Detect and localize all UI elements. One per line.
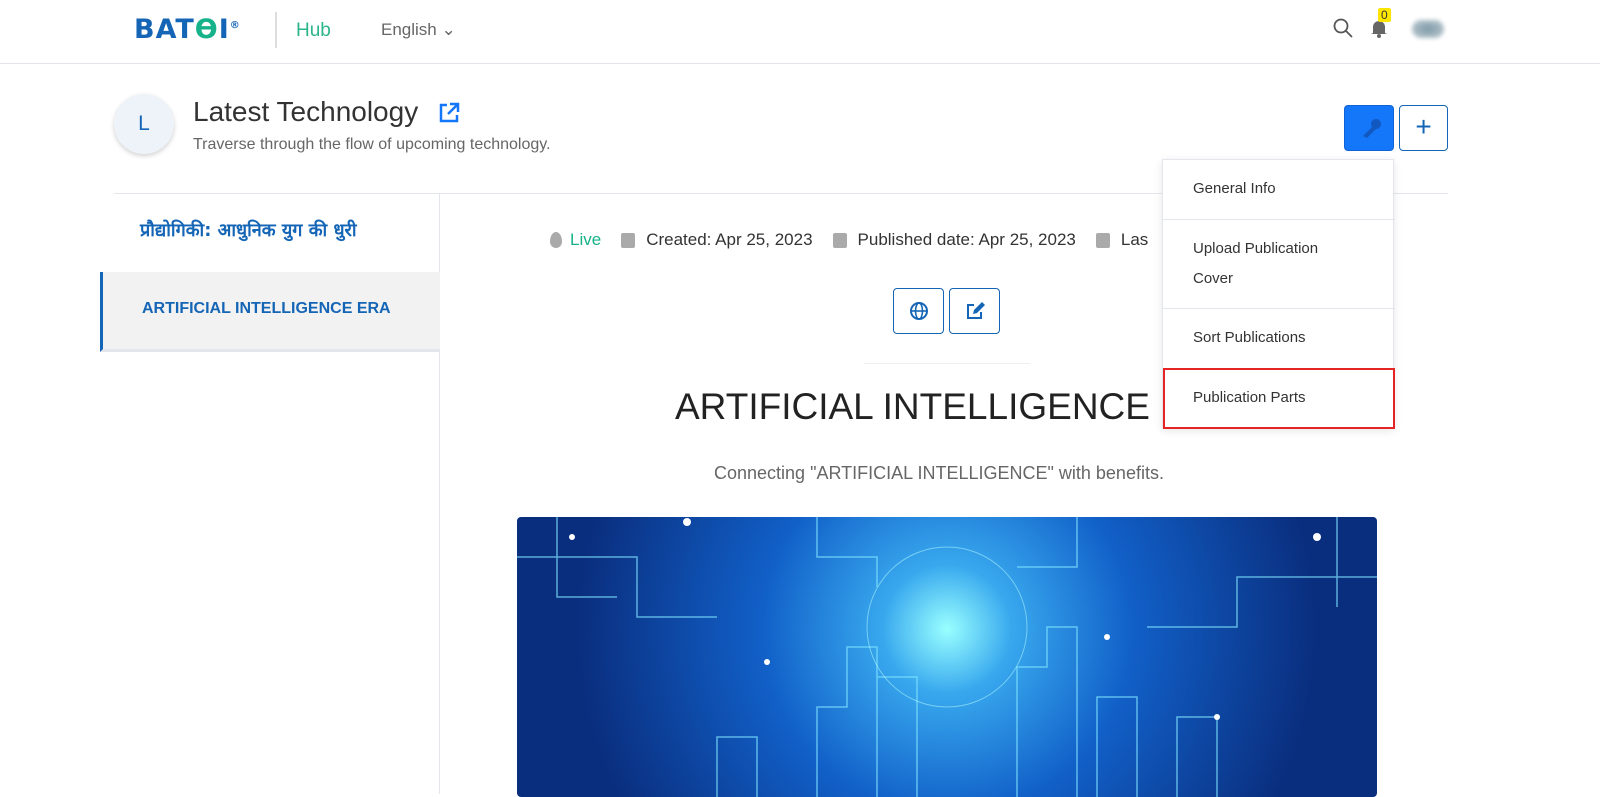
sidebar-heading[interactable]: प्रौद्योगिकी: आधुनिक युग की धुरी bbox=[140, 218, 357, 242]
edit-button[interactable] bbox=[949, 288, 1000, 334]
top-navbar: BATӨI® Hub English ⌄ 0 bbox=[0, 0, 1600, 64]
settings-dropdown-menu: General Info Upload Publication Cover So… bbox=[1162, 159, 1395, 429]
calendar-icon bbox=[621, 232, 636, 248]
wrench-icon bbox=[1363, 119, 1381, 138]
add-button[interactable]: + bbox=[1399, 105, 1448, 151]
menu-item-sort-publications[interactable]: Sort Publications bbox=[1163, 309, 1395, 369]
sidebar-item-ai-era[interactable]: ARTIFICIAL INTELLIGENCE ERA bbox=[100, 272, 440, 352]
hub-link[interactable]: Hub bbox=[296, 20, 331, 42]
batoi-logo[interactable]: BATӨI® bbox=[134, 14, 241, 45]
published-date: Published date: Apr 25, 2023 bbox=[857, 230, 1076, 249]
menu-item-upload-cover[interactable]: Upload Publication Cover bbox=[1163, 220, 1395, 309]
edit-icon bbox=[966, 302, 985, 319]
divider bbox=[864, 363, 1030, 364]
view-online-button[interactable] bbox=[893, 288, 944, 334]
external-link-icon[interactable] bbox=[438, 102, 460, 124]
user-avatar[interactable] bbox=[1412, 20, 1444, 38]
circuit-city-illustration bbox=[517, 517, 1377, 797]
article-cover-image bbox=[517, 517, 1377, 797]
article-title: ARTIFICIAL INTELLIGENCE ERA bbox=[675, 386, 1237, 427]
language-dropdown[interactable]: English ⌄ bbox=[381, 20, 456, 40]
globe-icon bbox=[909, 302, 928, 320]
publication-title: Latest Technology bbox=[193, 96, 419, 127]
publication-subtitle: Traverse through the flow of upcoming te… bbox=[193, 136, 551, 153]
menu-item-publication-parts[interactable]: Publication Parts bbox=[1163, 368, 1395, 429]
created-date: Created: Apr 25, 2023 bbox=[646, 230, 813, 249]
article-description: Connecting "ARTIFICIAL INTELLIGENCE" wit… bbox=[714, 463, 1164, 483]
divider bbox=[275, 12, 277, 48]
publication-avatar: L bbox=[114, 94, 174, 154]
publication-meta: Live Created: Apr 25, 2023 Published dat… bbox=[550, 230, 1148, 250]
sidebar-item-label: ARTIFICIAL INTELLIGENCE ERA bbox=[142, 300, 391, 317]
last-updated-date: Las bbox=[1120, 230, 1149, 249]
status-badge: Live bbox=[570, 230, 602, 249]
chevron-down-icon: ⌄ bbox=[441, 20, 456, 39]
calendar-icon bbox=[832, 232, 847, 248]
location-pin-icon bbox=[550, 232, 562, 248]
search-icon[interactable] bbox=[1333, 18, 1353, 38]
language-label: English bbox=[381, 20, 437, 39]
sidebar: प्रौद्योगिकी: आधुनिक युग की धुरी ARTIFIC… bbox=[100, 194, 440, 794]
settings-button[interactable] bbox=[1344, 105, 1394, 151]
notification-badge: 0 bbox=[1378, 8, 1391, 22]
calendar-icon bbox=[1095, 232, 1110, 248]
menu-item-general-info[interactable]: General Info bbox=[1163, 160, 1395, 220]
